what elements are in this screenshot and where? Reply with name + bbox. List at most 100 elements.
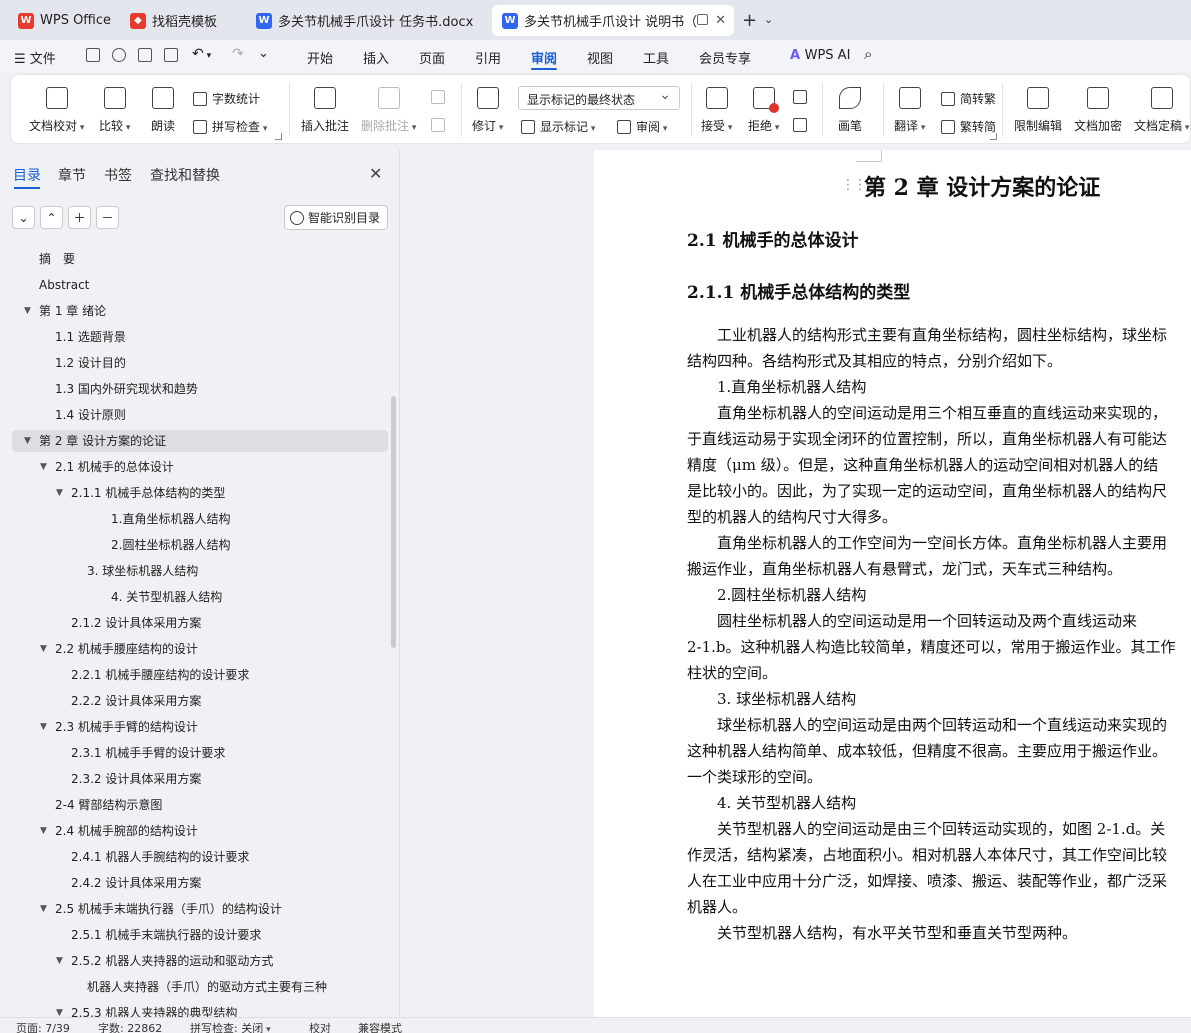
close-icon[interactable]: ✕ xyxy=(715,13,726,28)
expand-arrow-icon[interactable]: ▼ xyxy=(56,950,63,972)
read-aloud-button[interactable]: 朗读 xyxy=(151,87,175,134)
toc-item[interactable]: ▼ 2.3 机械手手臂的结构设计 xyxy=(12,716,388,738)
expand-arrow-icon[interactable]: ▼ xyxy=(56,482,63,504)
drag-handle-icon[interactable]: ⋮⋮ xyxy=(841,177,867,193)
save-icon[interactable] xyxy=(86,48,100,62)
undo-icon[interactable]: ↶ ▾ xyxy=(192,46,211,62)
to-simplified-button[interactable]: 繁转简 xyxy=(941,118,996,135)
expand-button[interactable]: ⌃ xyxy=(40,206,63,229)
expand-arrow-icon[interactable]: ▼ xyxy=(40,898,47,920)
menu-insert[interactable]: 插入 xyxy=(363,48,389,67)
toc-item[interactable]: 1.4 设计原则 xyxy=(12,404,388,426)
toc-item[interactable]: 2.4.1 机器人手腕结构的设计要求 xyxy=(12,846,388,868)
toc-item[interactable]: Abstract xyxy=(12,274,388,296)
print-preview-icon[interactable] xyxy=(164,48,178,62)
expand-arrow-icon[interactable]: ▼ xyxy=(40,716,47,738)
toc-item[interactable]: 2.1.2 设计具体采用方案 xyxy=(12,612,388,634)
menu-view[interactable]: 视图 xyxy=(587,48,613,67)
page-indicator[interactable]: 页面: 7/39 xyxy=(16,1020,70,1033)
next-comment-button[interactable] xyxy=(431,118,450,132)
compare-button[interactable]: 比较 xyxy=(99,87,130,134)
proofread-status[interactable]: 校对 xyxy=(309,1020,331,1033)
track-changes-button[interactable]: 修订 xyxy=(472,87,503,134)
review-pane-button[interactable]: 审阅 xyxy=(617,118,667,135)
menu-references[interactable]: 引用 xyxy=(475,48,501,67)
search-icon[interactable]: ⌕ xyxy=(864,45,872,63)
new-tab-button[interactable]: + xyxy=(742,10,757,31)
expand-arrow-icon[interactable]: ▼ xyxy=(40,456,47,478)
to-traditional-button[interactable]: 简转繁 xyxy=(941,90,996,107)
tab-task-doc[interactable]: W 多关节机械手爪设计 任务书.docx xyxy=(246,5,488,36)
toc-item[interactable]: 1.直角坐标机器人结构 xyxy=(12,508,388,530)
show-markup-button[interactable]: 显示标记 xyxy=(521,118,595,135)
pen-button[interactable]: 画笔 xyxy=(838,87,862,134)
doc-check-button[interactable]: 文档校对 xyxy=(29,87,84,134)
spell-check-button[interactable]: 拼写检查 xyxy=(193,118,267,135)
toc-item[interactable]: ▼ 2.1.1 机械手总体结构的类型 xyxy=(12,482,388,504)
toc-item[interactable]: 2.4.2 设计具体采用方案 xyxy=(12,872,388,894)
finalize-doc-button[interactable]: 文档定稿 xyxy=(1134,87,1189,134)
next-change-button[interactable] xyxy=(793,118,812,132)
menu-tools[interactable]: 工具 xyxy=(643,48,669,67)
reject-button[interactable]: 拒绝 xyxy=(748,87,779,134)
toc-item[interactable]: ▼ 2.4 机械手腕部的结构设计 xyxy=(12,820,388,842)
collapse-button[interactable]: ⌄ xyxy=(12,206,35,229)
expand-arrow-icon[interactable]: ▼ xyxy=(40,638,47,660)
chevron-down-icon[interactable]: ⌄ xyxy=(764,13,773,26)
remove-heading-button[interactable]: － xyxy=(96,206,119,229)
toc-item[interactable]: 摘 要 xyxy=(12,248,388,270)
prev-change-button[interactable] xyxy=(793,90,812,104)
tab-find-replace[interactable]: 查找和替换 xyxy=(150,165,220,185)
spell-check-status[interactable]: 拼写检查: 关闭 xyxy=(190,1020,271,1033)
toc-item[interactable]: 4. 关节型机器人结构 xyxy=(12,586,388,608)
menu-home[interactable]: 开始 xyxy=(307,48,333,67)
tab-toc[interactable]: 目录 xyxy=(13,165,41,185)
restrict-edit-button[interactable]: 限制编辑 xyxy=(1014,87,1062,134)
word-count-status[interactable]: 字数: 22862 xyxy=(98,1020,162,1033)
toc-item[interactable]: 1.1 选题背景 xyxy=(12,326,388,348)
redo-icon[interactable]: ↷ xyxy=(232,46,244,62)
expand-icon[interactable] xyxy=(275,133,282,140)
toc-item[interactable]: ▼ 第 2 章 设计方案的论证 xyxy=(12,430,388,452)
add-heading-button[interactable]: ＋ xyxy=(68,206,91,229)
print-icon[interactable] xyxy=(138,48,152,62)
toc-item[interactable]: ▼ 2.2 机械手腰座结构的设计 xyxy=(12,638,388,660)
tab-manual-doc[interactable]: W 多关节机械手爪设计 说明书（ ✕ xyxy=(492,5,734,36)
menu-member[interactable]: 会员专享 xyxy=(699,48,751,67)
toc-item[interactable]: 2.5.1 机械手末端执行器的设计要求 xyxy=(12,924,388,946)
delete-comment-button[interactable]: 删除批注 xyxy=(361,87,416,134)
expand-arrow-icon[interactable]: ▼ xyxy=(24,430,31,452)
tab-wps-office[interactable]: W WPS Office xyxy=(8,5,118,36)
toc-item[interactable]: 1.2 设计目的 xyxy=(12,352,388,374)
prev-comment-button[interactable] xyxy=(431,90,450,104)
export-icon[interactable] xyxy=(112,48,126,62)
toc-item[interactable]: 3. 球坐标机器人结构 xyxy=(12,560,388,582)
toc-item[interactable]: 2.2.2 设计具体采用方案 xyxy=(12,690,388,712)
toc-item[interactable]: 2.3.2 设计具体采用方案 xyxy=(12,768,388,790)
tab-bookmarks[interactable]: 书签 xyxy=(104,165,132,185)
tab-docer[interactable]: ◆ 找稻壳模板 xyxy=(120,5,244,36)
expand-arrow-icon[interactable]: ▼ xyxy=(24,300,31,322)
toc-item[interactable]: 2-4 臂部结构示意图 xyxy=(12,794,388,816)
expand-arrow-icon[interactable]: ▼ xyxy=(40,820,47,842)
file-menu[interactable]: ☰ 文件 xyxy=(14,48,56,67)
toc-item[interactable]: 2.2.1 机械手腰座结构的设计要求 xyxy=(12,664,388,686)
scrollbar[interactable] xyxy=(391,396,396,648)
toc-item[interactable]: ▼ 2.5.2 机器人夹持器的运动和驱动方式 xyxy=(12,950,388,972)
markup-state-select[interactable]: 显示标记的最终状态 xyxy=(518,86,680,110)
wps-ai-button[interactable]: A WPS AI xyxy=(790,48,850,63)
menu-review[interactable]: 审阅 xyxy=(531,48,557,67)
translate-button[interactable]: 翻译 xyxy=(894,87,925,134)
tab-chapters[interactable]: 章节 xyxy=(58,165,86,185)
toc-item[interactable]: ▼ 2.5 机械手末端执行器（手爪）的结构设计 xyxy=(12,898,388,920)
screen-icon[interactable] xyxy=(697,14,708,25)
smart-toc-button[interactable]: 智能识别目录 xyxy=(284,205,388,230)
word-count-button[interactable]: 字数统计 xyxy=(193,90,260,107)
toc-item[interactable]: 2.3.1 机械手手臂的设计要求 xyxy=(12,742,388,764)
close-icon[interactable]: ✕ xyxy=(369,164,382,183)
accept-button[interactable]: 接受 xyxy=(701,87,732,134)
toc-item[interactable]: 2.圆柱坐标机器人结构 xyxy=(12,534,388,556)
toc-item[interactable]: 1.3 国内外研究现状和趋势 xyxy=(12,378,388,400)
insert-comment-button[interactable]: 插入批注 xyxy=(301,87,349,134)
chevron-down-icon[interactable]: ⌄ xyxy=(258,46,269,61)
